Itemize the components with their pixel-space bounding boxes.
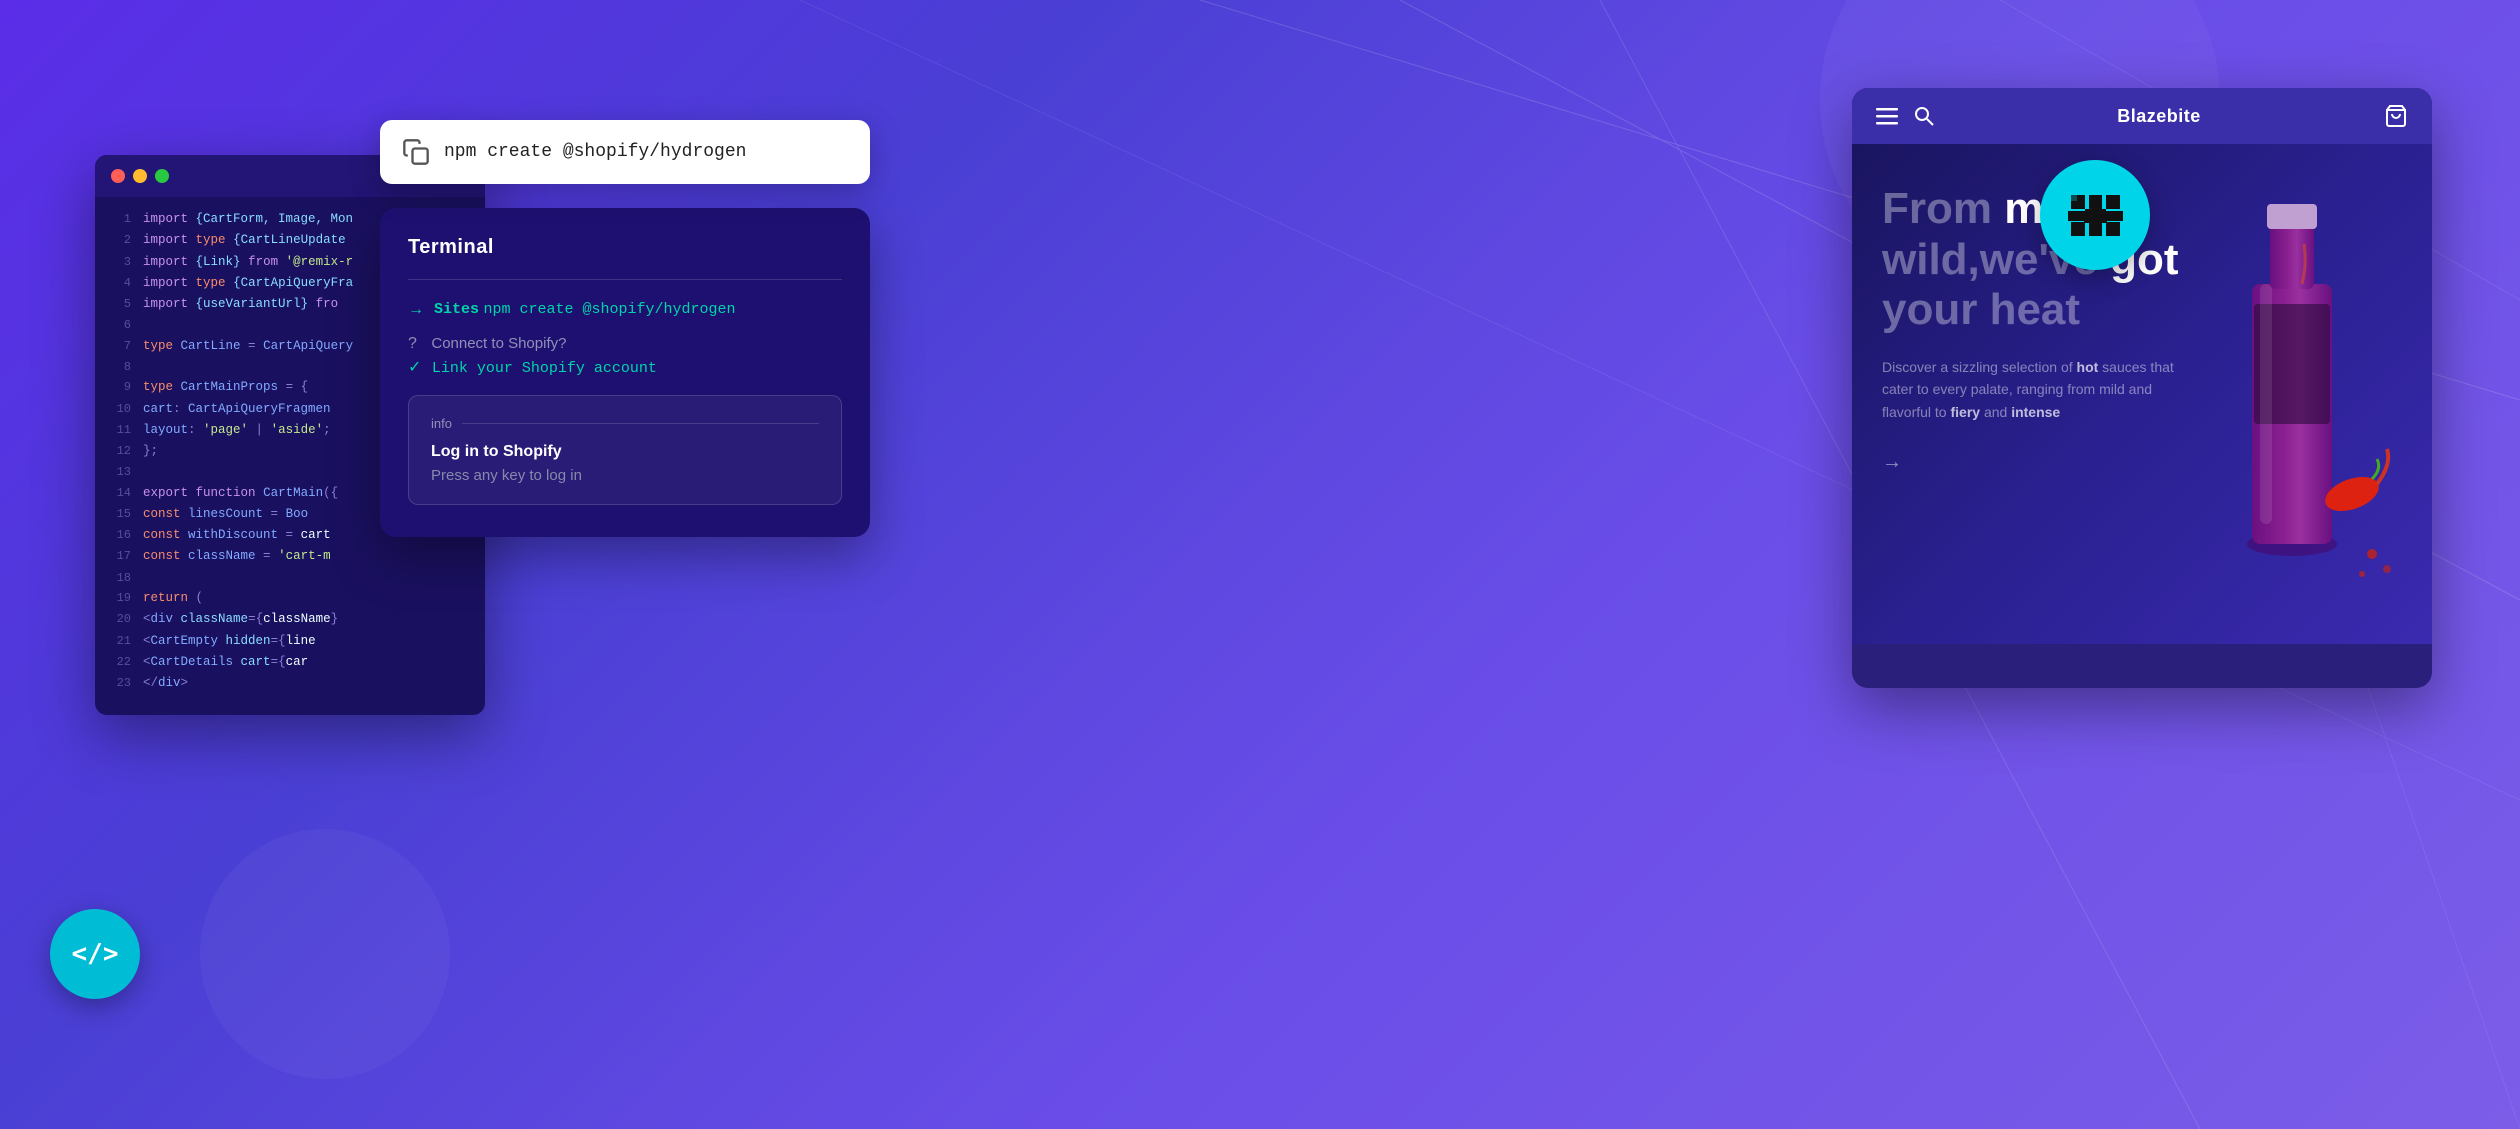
store-nav-icons [1876, 105, 1934, 127]
search-icon[interactable] [1914, 106, 1934, 126]
check-mark: ✓ [408, 359, 421, 376]
hamburger-icon[interactable] [1876, 105, 1898, 127]
storefront-panel: Blazebite [1852, 88, 2432, 688]
info-dash [462, 423, 819, 424]
copy-icon[interactable] [402, 138, 430, 166]
terminal-sites-line: → Sites npm create @shopify/hydrogen [408, 300, 842, 319]
info-header: info [431, 416, 819, 431]
store-title: Blazebite [2117, 106, 2201, 127]
stackbit-logo [2063, 183, 2128, 248]
hero-arrow: → [1882, 451, 2402, 474]
code-line-20: 20 <div className={className} [95, 609, 485, 630]
command-bar: npm create @shopify/hydrogen [380, 120, 870, 184]
question-mark: ? [408, 335, 417, 352]
terminal-link[interactable]: Link your Shopify account [432, 360, 657, 377]
code-line-18: 18 [95, 568, 485, 588]
code-line-22: 22 <CartDetails cart={car [95, 652, 485, 673]
close-dot[interactable] [111, 169, 125, 183]
code-badge: </> [50, 909, 140, 999]
store-header: Blazebite [1852, 88, 2432, 144]
cart-icon[interactable] [2384, 104, 2408, 128]
stackbit-badge[interactable] [2040, 160, 2150, 270]
maximize-dot[interactable] [155, 169, 169, 183]
terminal-sites-command: npm create @shopify/hydrogen [483, 301, 735, 318]
code-line-19: 19 return ( [95, 588, 485, 609]
terminal-divider [408, 279, 842, 280]
code-badge-text: </> [72, 939, 119, 969]
terminal-panel: Terminal → Sites npm create @shopify/hyd… [380, 208, 870, 537]
code-line-23: 23 </div> [95, 673, 485, 694]
terminal-question: Connect to Shopify? [427, 335, 566, 352]
info-subtitle: Press any key to log in [431, 467, 819, 484]
terminal-sites-label: Sites [434, 301, 479, 318]
terminal-title: Terminal [408, 236, 842, 259]
terminal-info-box: info Log in to Shopify Press any key to … [408, 395, 842, 505]
code-line-21: 21 <CartEmpty hidden={line [95, 631, 485, 652]
arrow-icon: → [408, 301, 424, 319]
hero-desc: Discover a sizzling selection of hot sau… [1882, 356, 2222, 423]
minimize-dot[interactable] [133, 169, 147, 183]
code-line-17: 17 const className = 'cart-m [95, 546, 485, 567]
info-title: Log in to Shopify [431, 443, 819, 461]
info-label: info [431, 416, 452, 431]
command-text: npm create @shopify/hydrogen [444, 142, 746, 162]
